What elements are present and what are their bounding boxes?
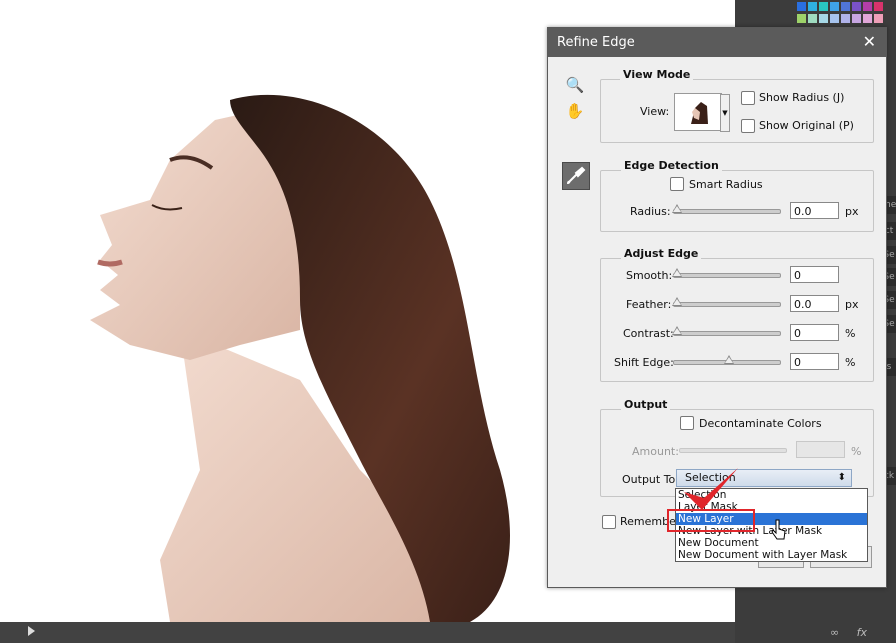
- shift-edge-slider[interactable]: [673, 355, 781, 365]
- slider-thumb[interactable]: [672, 204, 682, 213]
- refine-radius-brush-icon[interactable]: [562, 162, 590, 190]
- swatch[interactable]: [830, 2, 839, 11]
- hand-tool-icon[interactable]: ✋: [562, 98, 588, 124]
- swatches-panel[interactable]: [795, 0, 896, 28]
- decontaminate-label: Decontaminate Colors: [699, 417, 822, 430]
- view-label: View:: [640, 105, 670, 118]
- contrast-unit: %: [845, 327, 856, 340]
- swatch[interactable]: [841, 14, 850, 23]
- smart-radius-checkbox[interactable]: [670, 177, 684, 191]
- mouse-cursor-icon: [771, 519, 786, 540]
- shift-edge-field[interactable]: 0: [790, 353, 839, 370]
- chevron-down-icon[interactable]: ▼: [720, 94, 730, 132]
- slider-thumb[interactable]: [672, 326, 682, 335]
- swatch[interactable]: [863, 2, 872, 11]
- play-icon[interactable]: [28, 626, 35, 636]
- smooth-field[interactable]: 0: [790, 266, 839, 283]
- link-icon[interactable]: ∞: [830, 626, 839, 639]
- radius-slider[interactable]: [672, 204, 781, 214]
- show-original-checkbox[interactable]: [741, 119, 755, 133]
- swatch[interactable]: [808, 14, 817, 23]
- feather-field[interactable]: 0.0: [790, 295, 839, 312]
- amount-slider: [679, 448, 787, 453]
- swatch[interactable]: [852, 2, 861, 11]
- amount-label: Amount:: [632, 445, 679, 458]
- slider-thumb[interactable]: [672, 297, 682, 306]
- dropdown-option[interactable]: New Document with Layer Mask: [676, 549, 867, 561]
- swatch[interactable]: [819, 2, 828, 11]
- swatch[interactable]: [819, 14, 828, 23]
- shift-edge-label: Shift Edge:: [614, 356, 674, 369]
- layers-footer-icons: ∞ fx: [830, 626, 867, 639]
- feather-slider[interactable]: [672, 297, 781, 307]
- show-original-label: Show Original (P): [759, 119, 854, 132]
- amount-unit: %: [851, 445, 862, 458]
- contrast-field[interactable]: 0: [790, 324, 839, 341]
- show-radius-label: Show Radius (J): [759, 91, 845, 104]
- output-heading: Output: [621, 398, 671, 411]
- feather-label: Feather:: [626, 298, 672, 311]
- dialog-title: Refine Edge: [557, 35, 635, 50]
- slider-thumb[interactable]: [672, 268, 682, 277]
- close-icon[interactable]: ✕: [863, 32, 876, 51]
- amount-field: [796, 441, 845, 458]
- swatch[interactable]: [863, 14, 872, 23]
- decontaminate-checkbox[interactable]: [680, 416, 694, 430]
- edge-detection-heading: Edge Detection: [621, 159, 722, 172]
- swatch[interactable]: [874, 2, 883, 11]
- smooth-label: Smooth:: [626, 269, 673, 282]
- feather-unit: px: [845, 298, 859, 311]
- zoom-tool-icon[interactable]: 🔍: [562, 72, 588, 98]
- shift-edge-unit: %: [845, 356, 856, 369]
- swatch[interactable]: [808, 2, 817, 11]
- swatch[interactable]: [830, 14, 839, 23]
- swatch[interactable]: [797, 2, 806, 11]
- adjust-edge-heading: Adjust Edge: [621, 247, 702, 260]
- radius-unit: px: [845, 205, 859, 218]
- radius-label: Radius:: [630, 205, 671, 218]
- swatch[interactable]: [852, 14, 861, 23]
- remember-settings-checkbox[interactable]: [602, 515, 616, 529]
- slider-thumb[interactable]: [724, 355, 734, 364]
- fx-icon[interactable]: fx: [857, 626, 867, 639]
- show-radius-checkbox[interactable]: [741, 91, 755, 105]
- swatch[interactable]: [841, 2, 850, 11]
- view-mode-heading: View Mode: [620, 68, 694, 81]
- swatch[interactable]: [797, 14, 806, 23]
- updown-arrow-icon: ⬍: [837, 472, 846, 483]
- contrast-label: Contrast:: [623, 327, 674, 340]
- output-to-label: Output To:: [622, 473, 679, 486]
- status-bar: [0, 622, 735, 643]
- dialog-titlebar[interactable]: Refine Edge ✕: [548, 28, 886, 57]
- swatch[interactable]: [874, 14, 883, 23]
- radius-field[interactable]: 0.0: [790, 202, 839, 219]
- view-mode-thumbnail[interactable]: ▼: [674, 93, 730, 132]
- smooth-slider[interactable]: [672, 268, 781, 278]
- contrast-slider[interactable]: [672, 326, 781, 336]
- smart-radius-label: Smart Radius: [689, 178, 763, 191]
- checkmark-annotation-icon: [684, 468, 738, 510]
